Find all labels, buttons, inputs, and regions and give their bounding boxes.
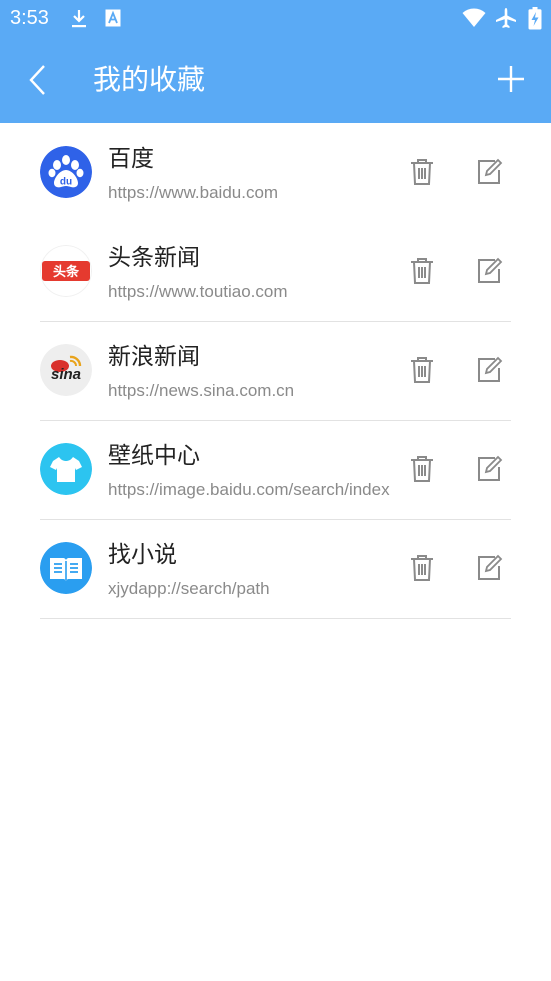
download-icon	[70, 9, 88, 33]
list-item[interactable]: du 百度 https://www.baidu.com	[0, 124, 551, 223]
list-item[interactable]: 壁纸中心 https://image.baidu.com/search/inde…	[0, 421, 551, 520]
svg-text:du: du	[60, 177, 72, 188]
item-url: https://image.baidu.com/search/index	[108, 480, 390, 499]
airplane-icon	[495, 7, 517, 33]
item-title: 头条新闻	[108, 245, 200, 271]
item-url: https://www.toutiao.com	[108, 282, 288, 301]
trash-icon	[411, 159, 433, 185]
trash-icon	[411, 555, 433, 581]
item-title: 新浪新闻	[108, 344, 200, 370]
delete-button[interactable]	[408, 157, 436, 187]
add-button[interactable]	[496, 64, 526, 94]
page-title: 我的收藏	[93, 63, 206, 96]
app-notification-icon	[105, 9, 121, 31]
delete-button[interactable]	[408, 256, 436, 286]
item-url: https://www.baidu.com	[108, 183, 279, 202]
divider	[40, 618, 511, 619]
list-item[interactable]: sina 新浪新闻 https://news.sina.com.cn	[0, 322, 551, 421]
status-time: 3:53	[10, 7, 49, 29]
favorites-list: du 百度 https://www.baidu.com 头条 头条新闻 http…	[0, 124, 551, 619]
trash-icon	[411, 456, 433, 482]
edit-button[interactable]	[474, 454, 504, 484]
item-title: 壁纸中心	[108, 443, 200, 469]
edit-icon	[478, 257, 503, 283]
edit-icon	[478, 158, 503, 184]
item-title: 百度	[108, 146, 154, 172]
trash-icon	[411, 258, 433, 284]
battery-charging-icon	[528, 7, 542, 34]
edit-button[interactable]	[474, 256, 504, 286]
edit-button[interactable]	[474, 157, 504, 187]
wifi-icon	[462, 8, 486, 32]
app-header: 3:53 我的收藏	[0, 0, 551, 123]
edit-button[interactable]	[474, 355, 504, 385]
edit-icon	[478, 554, 503, 580]
back-button[interactable]	[26, 62, 54, 98]
item-url: https://news.sina.com.cn	[108, 381, 295, 400]
delete-button[interactable]	[408, 454, 436, 484]
toutiao-logo-text: 头条	[53, 264, 80, 280]
sina-logo: sina	[40, 344, 92, 396]
edit-button[interactable]	[474, 553, 504, 583]
toutiao-logo: 头条	[40, 245, 92, 297]
edit-icon	[478, 356, 503, 382]
book-logo	[40, 542, 92, 594]
item-title: 找小说	[108, 542, 177, 568]
baidu-logo: du	[40, 146, 92, 198]
item-url: xjydapp://search/path	[108, 579, 270, 598]
plus-icon	[498, 66, 524, 92]
list-item[interactable]: 头条 头条新闻 https://www.toutiao.com	[0, 223, 551, 322]
chevron-left-icon	[29, 65, 45, 95]
delete-button[interactable]	[408, 355, 436, 385]
tshirt-logo	[40, 443, 92, 495]
list-item[interactable]: 找小说 xjydapp://search/path	[0, 520, 551, 619]
edit-icon	[478, 455, 503, 481]
status-bar: 3:53	[0, 0, 551, 38]
sina-logo-text: sina	[51, 366, 81, 383]
trash-icon	[411, 357, 433, 383]
delete-button[interactable]	[408, 553, 436, 583]
